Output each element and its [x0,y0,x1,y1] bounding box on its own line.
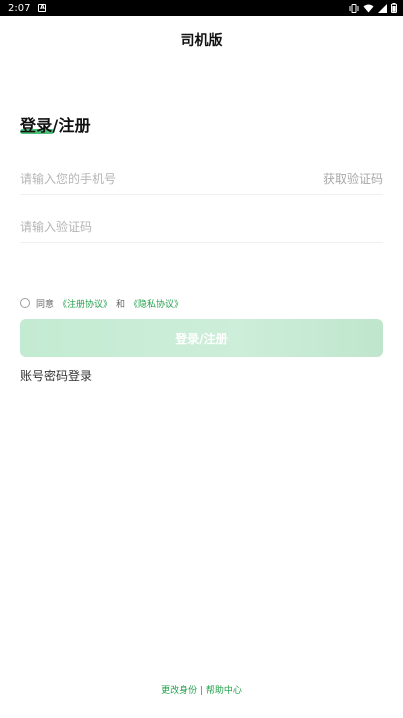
agree-radio[interactable] [20,298,30,308]
verification-code-input[interactable] [20,219,280,234]
footer-separator: | [199,686,204,696]
page-title: 司机版 [180,33,223,49]
and-label: 和 [116,299,126,310]
headline-block: 登录/注册 [20,112,91,138]
register-agreement-link[interactable]: 《注册协议》 [58,297,112,310]
help-center-link[interactable]: 帮助中心 [206,683,242,696]
status-time: 2:07 [8,2,31,14]
code-field-row [20,211,383,243]
agree-label: 同意 [36,299,55,310]
login-headline: 登录/注册 [20,116,91,135]
notification-badge-icon: A [38,4,47,12]
signal-icon [378,3,387,13]
change-identity-link[interactable]: 更改身份 [161,683,197,696]
agreement-row: 同意 《注册协议》 和 《隐私协议》 [20,296,183,310]
status-left: 2:07 A [8,2,47,14]
password-login-link[interactable]: 账号密码登录 [20,367,92,384]
login-register-button[interactable]: 登录/注册 [20,319,383,357]
status-bar: 2:07 A [0,0,403,16]
get-code-button[interactable]: 获取验证码 [323,170,383,187]
phone-field-row: 获取验证码 [20,163,383,195]
battery-icon [391,3,397,13]
login-screen: 2:07 A 司机版 登录/注册 请输入您的手机号 获取验证码 请输入验证码 同… [0,0,403,718]
privacy-agreement-link[interactable]: 《隐私协议》 [129,297,183,310]
footer-links: 更改身份 | 帮助中心 [0,683,403,696]
vibrate-icon [349,3,359,13]
wifi-icon [363,4,374,12]
phone-input[interactable] [20,171,280,186]
status-right [349,3,397,13]
